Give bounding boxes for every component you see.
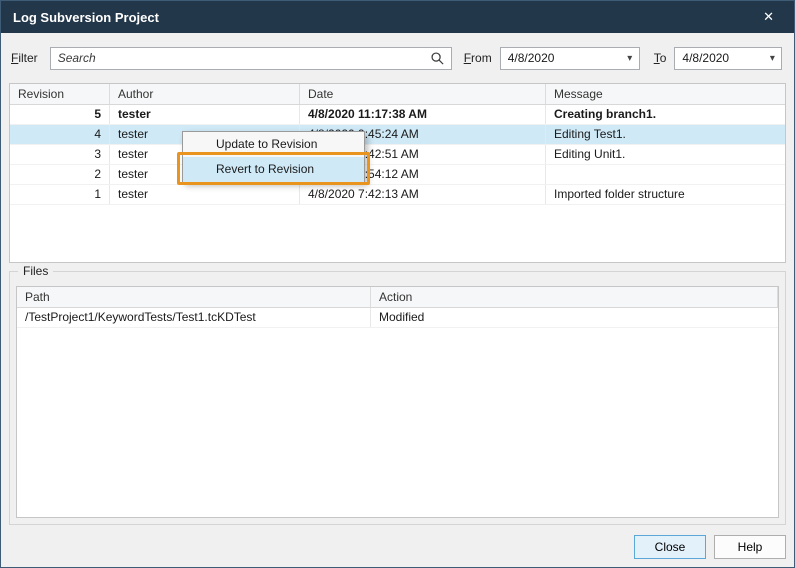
files-group: Files Path Action /TestProject1/KeywordT… bbox=[9, 271, 786, 525]
cell-action: Modified bbox=[371, 308, 778, 327]
annotation-highlight bbox=[177, 152, 370, 185]
cell-date: 4/8/2020 7:42:13 AM bbox=[300, 185, 546, 204]
column-header-revision[interactable]: Revision bbox=[10, 84, 110, 104]
cell-date: 4/8/2020 11:17:38 AM bbox=[300, 105, 546, 124]
revision-table: Revision Author Date Message 5 tester 4/… bbox=[9, 83, 786, 263]
from-label: From bbox=[464, 51, 492, 65]
cell-revision: 4 bbox=[10, 125, 110, 144]
help-button[interactable]: Help bbox=[714, 535, 786, 559]
files-table: Path Action /TestProject1/KeywordTests/T… bbox=[16, 286, 779, 518]
search-box bbox=[50, 47, 452, 70]
search-icon bbox=[430, 51, 445, 66]
table-row[interactable]: 3 tester 4/8/2020 9:42:51 AM Editing Uni… bbox=[10, 145, 785, 165]
cell-revision: 5 bbox=[10, 105, 110, 124]
footer: Close Help bbox=[634, 535, 786, 559]
column-header-message[interactable]: Message bbox=[546, 84, 785, 104]
cell-message: Editing Unit1. bbox=[546, 145, 785, 164]
from-date-dropdown[interactable]: 4/8/2020 ▾ bbox=[500, 47, 640, 70]
search-input[interactable] bbox=[50, 47, 452, 70]
to-date-dropdown[interactable]: 4/8/2020 ▾ bbox=[674, 47, 782, 70]
table-row[interactable]: 2 tester 4/8/2020 7:54:12 AM bbox=[10, 165, 785, 185]
column-header-path[interactable]: Path bbox=[17, 287, 371, 307]
filter-label: Filter bbox=[11, 51, 38, 65]
cell-message: Imported folder structure bbox=[546, 185, 785, 204]
column-header-date[interactable]: Date bbox=[300, 84, 546, 104]
table-row[interactable]: 5 tester 4/8/2020 11:17:38 AM Creating b… bbox=[10, 105, 785, 125]
chevron-down-icon: ▾ bbox=[763, 53, 781, 64]
column-header-action[interactable]: Action bbox=[371, 287, 778, 307]
window-title: Log Subversion Project bbox=[13, 10, 755, 25]
close-icon[interactable]: ✕ bbox=[755, 7, 782, 27]
column-header-author[interactable]: Author bbox=[110, 84, 300, 104]
cell-message: Editing Test1. bbox=[546, 125, 785, 144]
titlebar[interactable]: Log Subversion Project ✕ bbox=[1, 1, 794, 33]
file-row[interactable]: /TestProject1/KeywordTests/Test1.tcKDTes… bbox=[17, 308, 778, 328]
cell-path: /TestProject1/KeywordTests/Test1.tcKDTes… bbox=[17, 308, 371, 327]
cell-message bbox=[546, 165, 785, 184]
chevron-down-icon: ▾ bbox=[621, 53, 639, 64]
table-row[interactable]: 1 tester 4/8/2020 7:42:13 AM Imported fo… bbox=[10, 185, 785, 205]
close-button[interactable]: Close bbox=[634, 535, 706, 559]
revision-table-header: Revision Author Date Message bbox=[10, 84, 785, 105]
cell-author: tester bbox=[110, 185, 300, 204]
cell-message: Creating branch1. bbox=[546, 105, 785, 124]
cell-revision: 1 bbox=[10, 185, 110, 204]
files-group-label: Files bbox=[18, 264, 53, 278]
cell-revision: 2 bbox=[10, 165, 110, 184]
cell-revision: 3 bbox=[10, 145, 110, 164]
files-table-header: Path Action bbox=[17, 287, 778, 308]
from-date-value: 4/8/2020 bbox=[501, 51, 621, 65]
cell-author: tester bbox=[110, 105, 300, 124]
log-subversion-project-dialog: Log Subversion Project ✕ Filter From 4/8… bbox=[0, 0, 795, 568]
to-label: To bbox=[654, 51, 667, 65]
table-row-selected[interactable]: 4 tester 4/8/2020 9:45:24 AM Editing Tes… bbox=[10, 125, 785, 145]
to-date-value: 4/8/2020 bbox=[675, 51, 763, 65]
filter-bar: Filter From 4/8/2020 ▾ To 4/8/2020 ▾ bbox=[1, 33, 794, 83]
